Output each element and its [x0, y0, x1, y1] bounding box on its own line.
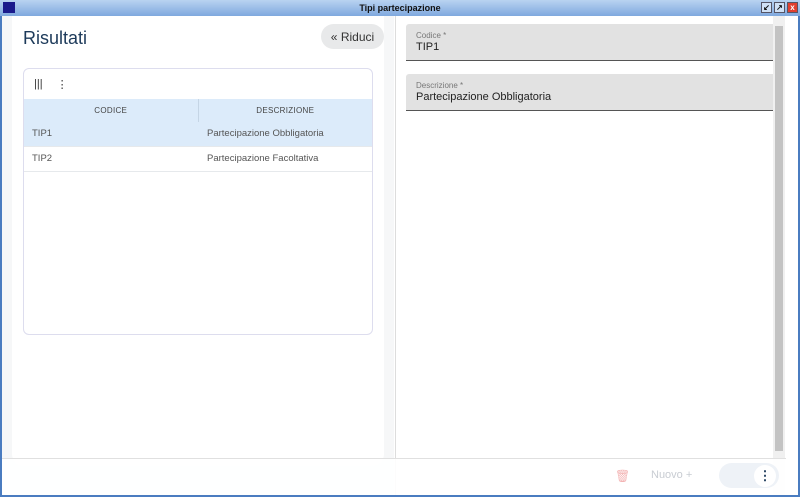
maximize-button[interactable]: ↗: [774, 2, 785, 13]
codice-label: Codice *: [416, 31, 447, 40]
cell-descrizione: Partecipazione Obbligatoria: [207, 128, 324, 139]
collapse-label: Riduci: [340, 29, 375, 44]
cell-codice: TIP1: [32, 128, 53, 139]
window-client: Risultati « Riduci ||| ⋮ CODICE DESCRIZI…: [2, 16, 798, 495]
window-title: Tipi partecipazione: [359, 3, 441, 13]
minimize-button[interactable]: ↙: [761, 2, 772, 13]
descrizione-value[interactable]: Partecipazione Obbligatoria: [416, 91, 767, 103]
table-row[interactable]: TIP2 Partecipazione Facoltativa: [24, 147, 372, 172]
table-row[interactable]: TIP1 Partecipazione Obbligatoria: [24, 122, 372, 147]
app-icon: [3, 2, 15, 13]
close-button[interactable]: x: [787, 2, 798, 13]
more-options-icon[interactable]: ⋮: [754, 465, 776, 487]
results-panel: Risultati « Riduci ||| ⋮ CODICE DESCRIZI…: [2, 16, 394, 495]
scrollbar-thumb[interactable]: [775, 26, 783, 451]
codice-value[interactable]: TIP1: [416, 41, 767, 53]
columns-icon[interactable]: |||: [34, 78, 43, 90]
descrizione-field[interactable]: Descrizione * Partecipazione Obbligatori…: [406, 74, 777, 111]
collapse-icon: «: [330, 29, 338, 44]
descrizione-label: Descrizione *: [416, 81, 464, 90]
new-button[interactable]: Nuovo +: [651, 469, 692, 481]
column-header-codice[interactable]: CODICE: [24, 99, 199, 122]
trash-icon[interactable]: 🗑: [615, 469, 630, 483]
collapse-button[interactable]: « Riduci: [321, 24, 384, 49]
results-grid: ||| ⋮ CODICE DESCRIZIONE TIP1 Partecipazi…: [23, 68, 373, 335]
page-title: Risultati: [23, 28, 88, 48]
menu-icon[interactable]: ⋮: [57, 78, 68, 91]
scrollbar[interactable]: [773, 16, 785, 495]
title-bar: Tipi partecipazione ↙ ↗ x: [0, 0, 800, 16]
detail-panel: Codice * TIP1 Descrizione * Partecipazio…: [395, 16, 785, 495]
cell-descrizione: Partecipazione Facoltativa: [207, 153, 319, 164]
codice-field[interactable]: Codice * TIP1: [406, 24, 777, 61]
footer-toolbar: 🗑 Nuovo + ⋮: [2, 458, 786, 495]
column-header-descrizione[interactable]: DESCRIZIONE: [199, 99, 373, 122]
cell-codice: TIP2: [32, 153, 53, 164]
